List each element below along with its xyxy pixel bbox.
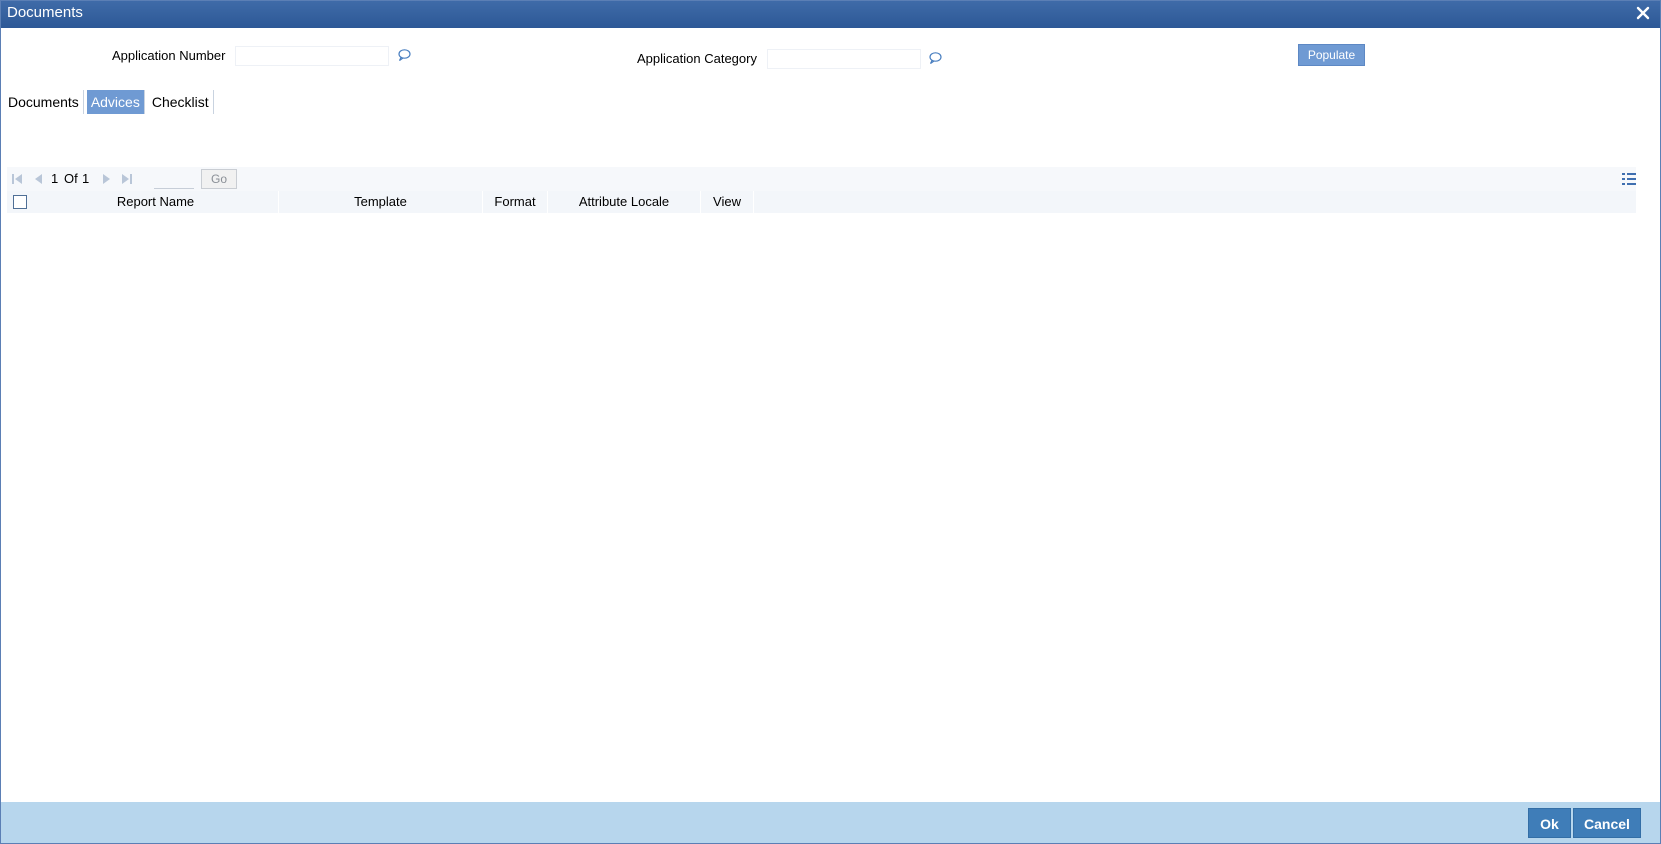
total-pages: 1 (82, 171, 90, 186)
pagination-bar: 1 Of 1 Go (7, 167, 1636, 191)
tab-bar: Documents Advices Checklist (4, 90, 214, 114)
column-header-attribute-locale[interactable]: Attribute Locale (548, 191, 701, 213)
column-header-report-name[interactable]: Report Name (33, 191, 279, 213)
application-number-label: Application Number (112, 48, 226, 63)
of-label: Of (64, 171, 78, 186)
application-category-field[interactable] (767, 49, 921, 69)
documents-dialog: Documents Application Number Application… (0, 0, 1661, 844)
close-icon[interactable] (1634, 3, 1652, 23)
tab-documents[interactable]: Documents (4, 90, 84, 114)
column-header-format[interactable]: Format (483, 191, 548, 213)
last-page-icon[interactable] (121, 173, 133, 185)
populate-button[interactable]: Populate (1298, 44, 1365, 66)
column-header-view[interactable]: View (701, 191, 754, 213)
advices-table-header: Report Name Template Format Attribute Lo… (7, 191, 1636, 213)
application-number-field[interactable] (235, 46, 389, 66)
select-all-checkbox[interactable] (13, 195, 27, 209)
page-number-input[interactable] (154, 169, 194, 189)
lov-search-icon[interactable] (928, 51, 942, 65)
first-page-icon[interactable] (11, 173, 23, 185)
tab-advices[interactable]: Advices (86, 90, 145, 114)
ok-button[interactable]: Ok (1528, 808, 1571, 838)
lov-search-icon[interactable] (397, 48, 411, 62)
current-page: 1 (51, 171, 59, 186)
window-title: Documents (7, 4, 83, 21)
dialog-footer: Ok Cancel (1, 802, 1660, 843)
go-button[interactable]: Go (201, 169, 237, 189)
previous-page-icon[interactable] (32, 173, 44, 185)
title-bar: Documents (1, 1, 1660, 28)
column-header-template[interactable]: Template (279, 191, 483, 213)
application-category-label: Application Category (637, 51, 757, 66)
column-settings-icon[interactable] (1622, 172, 1636, 186)
tab-checklist[interactable]: Checklist (148, 90, 214, 114)
next-page-icon[interactable] (101, 173, 113, 185)
cancel-button[interactable]: Cancel (1573, 808, 1641, 838)
